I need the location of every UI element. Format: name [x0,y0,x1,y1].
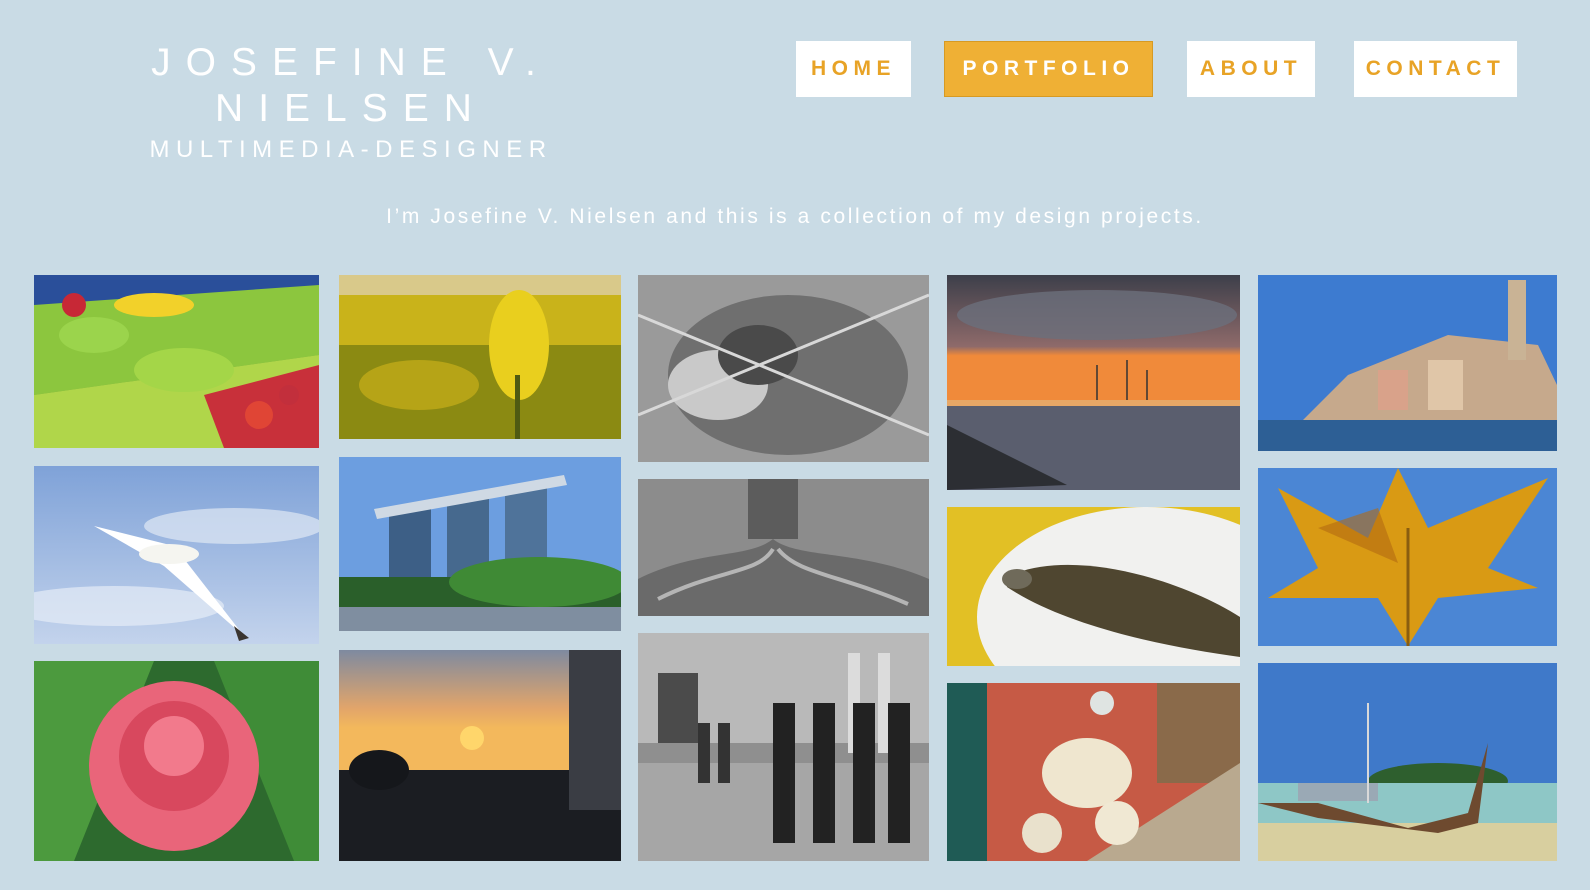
gallery-image-tree-roots[interactable] [638,479,929,616]
gallery-image-seaside-sunset[interactable] [339,650,621,861]
gallery-image-seagull[interactable] [34,466,319,644]
gallery-image-donkey-fence[interactable] [638,275,929,462]
gallery-image-coastal-town[interactable] [1258,275,1557,451]
gallery-image-grilled-fish[interactable] [947,507,1240,666]
gallery-image-pink-flower[interactable] [34,661,319,861]
gallery-image-fruit-market[interactable] [34,275,319,448]
gallery-image-longtail-boat[interactable] [1258,663,1557,861]
gallery-image-autumn-leaf[interactable] [1258,468,1557,646]
gallery-image-scooter-street[interactable] [947,683,1240,861]
site-title: JOSEFINE V. NIELSEN [151,41,551,130]
gallery-image-harbour-sunset[interactable] [947,275,1240,490]
intro-text: I’m Josefine V. Nielsen and this is a co… [386,205,1204,228]
site-subtitle: MULTIMEDIA-DESIGNER [149,136,553,163]
nav-contact-button[interactable]: CONTACT [1354,41,1517,97]
gallery-image-royal-guards[interactable] [638,633,929,861]
brand: JOSEFINE V. NIELSEN MULTIMEDIA-DESIGNER [36,40,666,164]
nav-about-button[interactable]: ABOUT [1187,41,1315,97]
gallery-image-rapeseed-field[interactable] [339,275,621,439]
nav-home-button[interactable]: HOME [796,41,911,97]
nav-portfolio-button[interactable]: PORTFOLIO [944,41,1153,97]
gallery-image-marina-bay-hotel[interactable] [339,457,621,631]
